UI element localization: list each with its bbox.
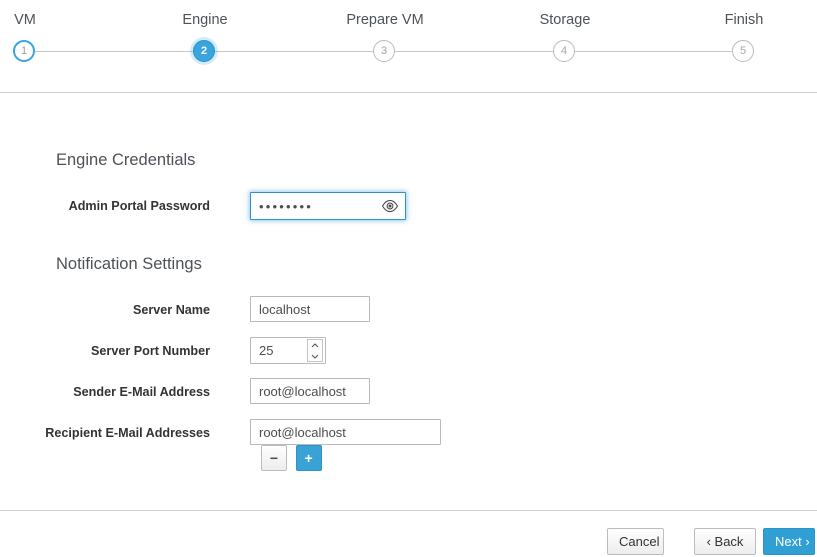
admin-portal-password-field-wrap xyxy=(250,192,406,220)
wizard-step-vm[interactable]: VM 1 xyxy=(0,0,105,62)
cancel-button[interactable]: Cancel xyxy=(607,528,664,555)
wizard-step-vm-label: VM xyxy=(14,12,36,28)
wizard-step-prepare-vm[interactable]: Prepare VM 3 xyxy=(305,0,465,62)
wizard-step-finish-label: Finish xyxy=(724,12,764,28)
wizard-step-bar: VM 1 Engine 2 Prepare VM 3 Storage 4 Fin… xyxy=(0,0,817,93)
wizard-step-storage[interactable]: Storage 4 xyxy=(485,0,645,62)
step-connector-4-5 xyxy=(575,51,735,52)
server-name-label: Server Name xyxy=(132,303,210,317)
sender-email-input[interactable] xyxy=(250,378,370,404)
chevron-up-icon[interactable] xyxy=(308,340,322,351)
next-button[interactable]: Next › xyxy=(763,528,815,555)
admin-portal-password-label: Admin Portal Password xyxy=(68,199,210,213)
server-name-input[interactable] xyxy=(250,296,370,322)
minus-icon: − xyxy=(269,450,279,466)
wizard-step-engine-circle[interactable]: 2 xyxy=(193,40,215,62)
wizard-step-storage-label: Storage xyxy=(539,12,591,28)
wizard-step-engine-label: Engine xyxy=(182,12,228,28)
remove-recipient-button[interactable]: − xyxy=(261,445,287,471)
wizard-step-storage-circle[interactable]: 4 xyxy=(553,40,575,62)
server-port-number-label: Server Port Number xyxy=(91,344,210,358)
plus-icon: + xyxy=(304,450,313,466)
eye-icon[interactable] xyxy=(381,197,399,215)
wizard-step-engine[interactable]: Engine 2 xyxy=(125,0,285,62)
recipient-emails-field-wrap: − + xyxy=(250,419,441,471)
wizard-step-finish[interactable]: Finish 5 xyxy=(664,0,817,62)
notification-settings-heading: Notification Settings xyxy=(56,255,202,273)
sender-email-field-wrap xyxy=(250,378,370,404)
step-connector-3-4 xyxy=(395,51,555,52)
server-port-number-field-wrap xyxy=(250,337,326,364)
sender-email-label: Sender E-Mail Address xyxy=(73,385,210,399)
wizard-step-finish-circle[interactable]: 5 xyxy=(732,40,754,62)
server-name-field-wrap xyxy=(250,296,370,322)
engine-setup-form: Engine Credentials Admin Portal Password… xyxy=(0,93,817,510)
wizard-footer: Cancel ‹ Back Next › xyxy=(0,510,817,557)
step-connector-2-3 xyxy=(215,51,375,52)
add-recipient-button[interactable]: + xyxy=(295,445,322,471)
recipient-emails-input[interactable] xyxy=(250,419,441,445)
wizard-step-prepare-vm-label: Prepare VM xyxy=(346,12,424,28)
chevron-down-icon[interactable] xyxy=(308,351,322,362)
back-button[interactable]: ‹ Back xyxy=(694,528,756,555)
wizard-step-prepare-vm-circle[interactable]: 3 xyxy=(373,40,395,62)
step-connector-1-2 xyxy=(35,51,195,52)
server-port-number-stepper[interactable] xyxy=(307,339,323,362)
wizard-step-vm-circle[interactable]: 1 xyxy=(13,40,35,62)
engine-credentials-heading: Engine Credentials xyxy=(56,151,196,169)
recipient-emails-label: Recipient E-Mail Addresses xyxy=(45,426,210,440)
